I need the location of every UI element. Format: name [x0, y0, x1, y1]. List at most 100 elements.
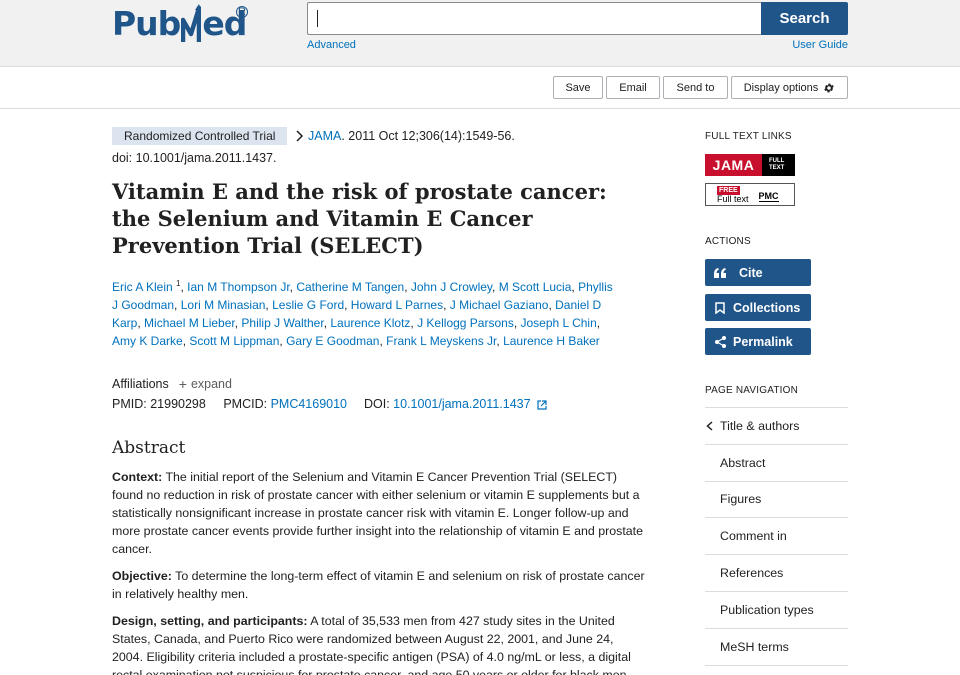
permalink-button[interactable]: Permalink	[705, 328, 811, 355]
journal-citation: JAMA. 2011 Oct 12;306(14):1549-56.	[308, 127, 515, 145]
cite-label: Cite	[739, 265, 763, 280]
nav-label: Abstract	[720, 455, 766, 470]
nav-publication-types[interactable]: Publication types	[705, 590, 848, 628]
nav-label: MeSH terms	[720, 639, 789, 654]
plus-icon[interactable]: +	[179, 375, 187, 393]
chevron-left-icon	[706, 421, 713, 431]
external-link-icon	[537, 400, 547, 410]
context-label: Context:	[112, 470, 163, 484]
author-link[interactable]: Eric A Klein	[112, 280, 173, 294]
display-options-button[interactable]: Display options	[731, 76, 848, 99]
quote-icon	[707, 267, 733, 278]
abstract-context: Context: The initial report of the Selen…	[112, 468, 647, 558]
actions-heading: ACTIONS	[705, 236, 751, 247]
doi-link[interactable]: 10.1001/jama.2011.1437	[393, 397, 530, 411]
expand-affiliations-button[interactable]: expand	[191, 375, 232, 393]
article-toolbar: Save Email Send to Display options	[0, 68, 960, 109]
bookmark-icon	[707, 301, 733, 314]
jama-badge: JAMA	[705, 154, 762, 176]
author-link[interactable]: Laurence Klotz	[330, 316, 410, 330]
logo-text-pub: Pub	[112, 4, 181, 43]
gear-icon	[824, 83, 835, 92]
author-link[interactable]: Amy K Darke	[112, 334, 183, 348]
save-button[interactable]: Save	[553, 76, 603, 99]
abstract-design: Design, setting, and participants: A tot…	[112, 612, 647, 675]
nav-title-authors[interactable]: Title & authors	[705, 407, 848, 444]
nav-figures[interactable]: Figures	[705, 480, 848, 518]
journal-link[interactable]: JAMA	[308, 129, 341, 143]
author-link[interactable]: J Michael Gaziano	[450, 298, 549, 312]
pmid-label: PMID:	[112, 397, 147, 411]
abstract-objective: Objective: To determine the long-term ef…	[112, 567, 647, 603]
affiliations-row: Affiliations + expand	[112, 375, 232, 393]
jama-full-text-label: FULL TEXT	[769, 158, 785, 171]
author-link[interactable]: M Scott Lucia	[499, 280, 572, 294]
objective-label: Objective:	[112, 569, 172, 583]
nav-label: Figures	[720, 492, 762, 507]
jama-full-text-link[interactable]: JAMA FULL TEXT	[705, 154, 795, 176]
nav-references[interactable]: References	[705, 554, 848, 591]
author-link[interactable]: Catherine M Tangen	[296, 280, 404, 294]
user-guide-link[interactable]: User Guide	[792, 39, 848, 51]
publication-type-badge: Randomized Controlled Trial	[112, 127, 288, 145]
display-options-label: Display options	[743, 81, 819, 94]
collections-button[interactable]: Collections	[705, 294, 811, 321]
pmid-value: 21990298	[150, 397, 206, 411]
author-link[interactable]: Laurence H Baker	[503, 334, 600, 348]
context-text: The initial report of the Selenium and V…	[112, 470, 644, 556]
full-text-links-heading: FULL TEXT LINKS	[705, 131, 792, 142]
author-link[interactable]: Frank L Meyskens Jr	[386, 334, 496, 348]
nav-label: Comment in	[720, 529, 787, 544]
pmcid-link[interactable]: PMC4169010	[271, 397, 347, 411]
affiliation-marker[interactable]: 1	[176, 279, 180, 288]
send-to-button[interactable]: Send to	[663, 76, 728, 99]
author-link[interactable]: Joseph L Chin	[521, 316, 597, 330]
author-list: Eric A Klein 1, Ian M Thompson Jr, Cathe…	[112, 279, 613, 348]
nav-comment-in[interactable]: Comment in	[705, 517, 848, 554]
doi-line: doi: 10.1001/jama.2011.1437.	[112, 151, 277, 165]
affiliations-label: Affiliations	[112, 377, 169, 391]
author-link[interactable]: J Kellogg Parsons	[417, 316, 514, 330]
pmc-logo: PMC	[758, 191, 779, 202]
search-button[interactable]: Search	[761, 2, 848, 35]
nav-label: References	[720, 566, 784, 581]
doi-label: DOI:	[363, 397, 390, 411]
citation-details: . 2011 Oct 12;306(14):1549-56.	[341, 129, 515, 143]
logo-m-icon	[181, 4, 202, 42]
author-link[interactable]: Lori M Minasian	[181, 298, 266, 312]
chevron-right-icon[interactable]	[295, 130, 304, 142]
pmcid-label: PMCID:	[223, 397, 268, 411]
nav-label: Publication types	[720, 602, 814, 617]
page-navigation-list: Title & authors Abstract Figures Comment…	[705, 407, 848, 666]
objective-text: To determine the long-term effect of vit…	[112, 569, 645, 601]
nav-mesh-terms[interactable]: MeSH terms	[705, 627, 848, 665]
cite-button[interactable]: Cite	[705, 259, 811, 286]
permalink-label: Permalink	[733, 334, 793, 349]
author-link[interactable]: Ian M Thompson Jr	[187, 280, 290, 294]
author-link[interactable]: Scott M Lippman	[189, 334, 279, 348]
author-link[interactable]: Leslie G Ford	[272, 298, 344, 312]
search-input[interactable]	[307, 2, 762, 35]
author-link[interactable]: John J Crowley	[411, 280, 492, 294]
pmc-full-text-label: Full text	[717, 193, 749, 204]
design-label: Design, setting, and participants:	[112, 614, 308, 628]
article-identifiers: PMID: 21990298 PMCID: PMC4169010 DOI: 10…	[112, 395, 547, 413]
email-button[interactable]: Email	[606, 76, 660, 99]
text-cursor	[317, 10, 318, 27]
advanced-search-link[interactable]: Advanced	[307, 39, 356, 51]
author-link[interactable]: Howard L Parnes	[351, 298, 443, 312]
author-link[interactable]: Gary E Goodman	[286, 334, 379, 348]
author-link[interactable]: Michael M Lieber	[144, 316, 235, 330]
collections-label: Collections	[733, 300, 801, 315]
author-link[interactable]: Philip J Walther	[241, 316, 323, 330]
pmc-full-text-link[interactable]: FREE Full text PMC	[705, 183, 795, 206]
nav-label: Title & authors	[720, 418, 800, 433]
registered-mark: R	[236, 6, 248, 18]
abstract-heading: Abstract	[112, 438, 186, 458]
site-header: Pub ed R Search Advanced User Guide	[0, 0, 960, 67]
nav-abstract[interactable]: Abstract	[705, 443, 848, 481]
page-navigation-heading: PAGE NAVIGATION	[705, 385, 799, 396]
pubmed-logo[interactable]: Pub ed	[112, 4, 247, 44]
article-title: Vitamin E and the risk of prostate cance…	[112, 179, 607, 258]
share-icon	[707, 335, 733, 348]
